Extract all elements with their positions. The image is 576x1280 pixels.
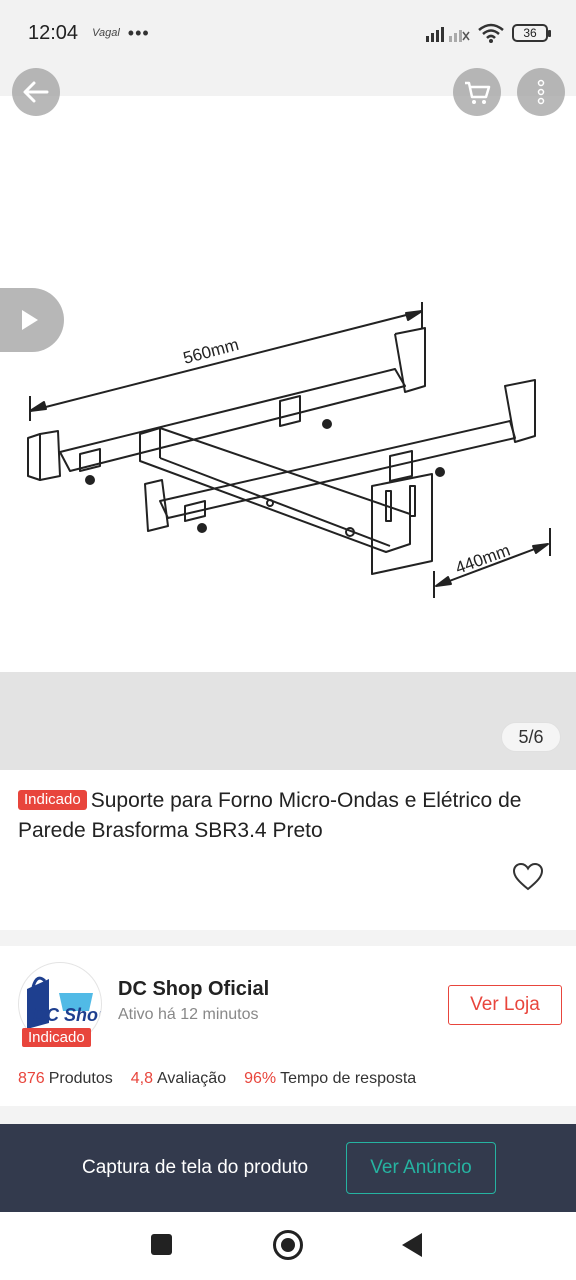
visit-shop-button[interactable]: Ver Loja — [448, 985, 562, 1025]
shop-recommended-badge: Indicado — [22, 1028, 91, 1047]
notification-icon: Vagal — [92, 27, 120, 39]
dimension-label-width: 560mm — [181, 335, 241, 368]
status-bar: 12:04 Vagal ••• 36 — [0, 0, 576, 66]
screenshot-banner: Captura de tela do produto Ver Anúncio — [0, 1124, 576, 1212]
product-title-text: Suporte para Forno Micro-Ondas e Elétric… — [18, 789, 522, 842]
favorite-heart-icon[interactable] — [512, 862, 544, 892]
stat-rating: 4,8 Avaliação — [130, 1070, 227, 1087]
back-button[interactable] — [12, 68, 60, 116]
product-title: Indicado Suporte para Forno Micro-Ondas e… — [18, 786, 558, 846]
shop-stats: 876 Produtos 4,8 Avaliação 96% Tempo de res… — [18, 1070, 416, 1088]
product-image[interactable]: 560mm 440mm — [0, 216, 576, 616]
recents-icon[interactable] — [151, 1234, 172, 1255]
home-icon[interactable] — [273, 1230, 303, 1260]
arrow-left-icon — [23, 81, 49, 103]
more-notifications-icon: ••• — [127, 22, 150, 43]
product-title-section: Indicado Suporte para Forno Micro-Ondas e… — [0, 770, 576, 930]
status-time: 12:04 — [28, 21, 79, 44]
recommended-badge: Indicado — [18, 790, 87, 810]
battery-icon: 36 — [512, 24, 551, 42]
more-vertical-icon — [537, 79, 545, 105]
shop-info-section: DC Shop Indicado DC Shop Oficial Ativo h… — [0, 946, 576, 1106]
wifi-icon — [478, 23, 504, 43]
product-image-gallery[interactable]: 560mm 440mm 5/6 — [0, 66, 576, 770]
shop-name[interactable]: DC Shop Oficial — [118, 978, 269, 1001]
system-nav-bar — [0, 1212, 576, 1280]
dimension-label-depth: 440mm — [453, 541, 513, 578]
back-triangle-icon[interactable] — [402, 1233, 422, 1257]
shop-logo-text: DC Shop — [33, 1005, 102, 1025]
cart-button[interactable] — [453, 68, 501, 116]
more-options-button[interactable] — [517, 68, 565, 116]
signal-icon — [426, 27, 470, 42]
view-listing-button[interactable]: Ver Anúncio — [346, 1142, 496, 1194]
stat-response-time: 96% Tempo de resposta — [244, 1070, 417, 1087]
play-icon — [22, 310, 38, 330]
screenshot-banner-text: Captura de tela do produto — [82, 1157, 309, 1178]
status-icons: 36 — [426, 23, 551, 43]
cart-icon — [465, 81, 491, 104]
shop-active-status: Ativo há 12 minutos — [118, 1006, 259, 1023]
image-counter: 5/6 — [501, 722, 561, 752]
stat-products: 876 Produtos — [18, 1070, 113, 1087]
video-play-button[interactable] — [0, 288, 64, 352]
